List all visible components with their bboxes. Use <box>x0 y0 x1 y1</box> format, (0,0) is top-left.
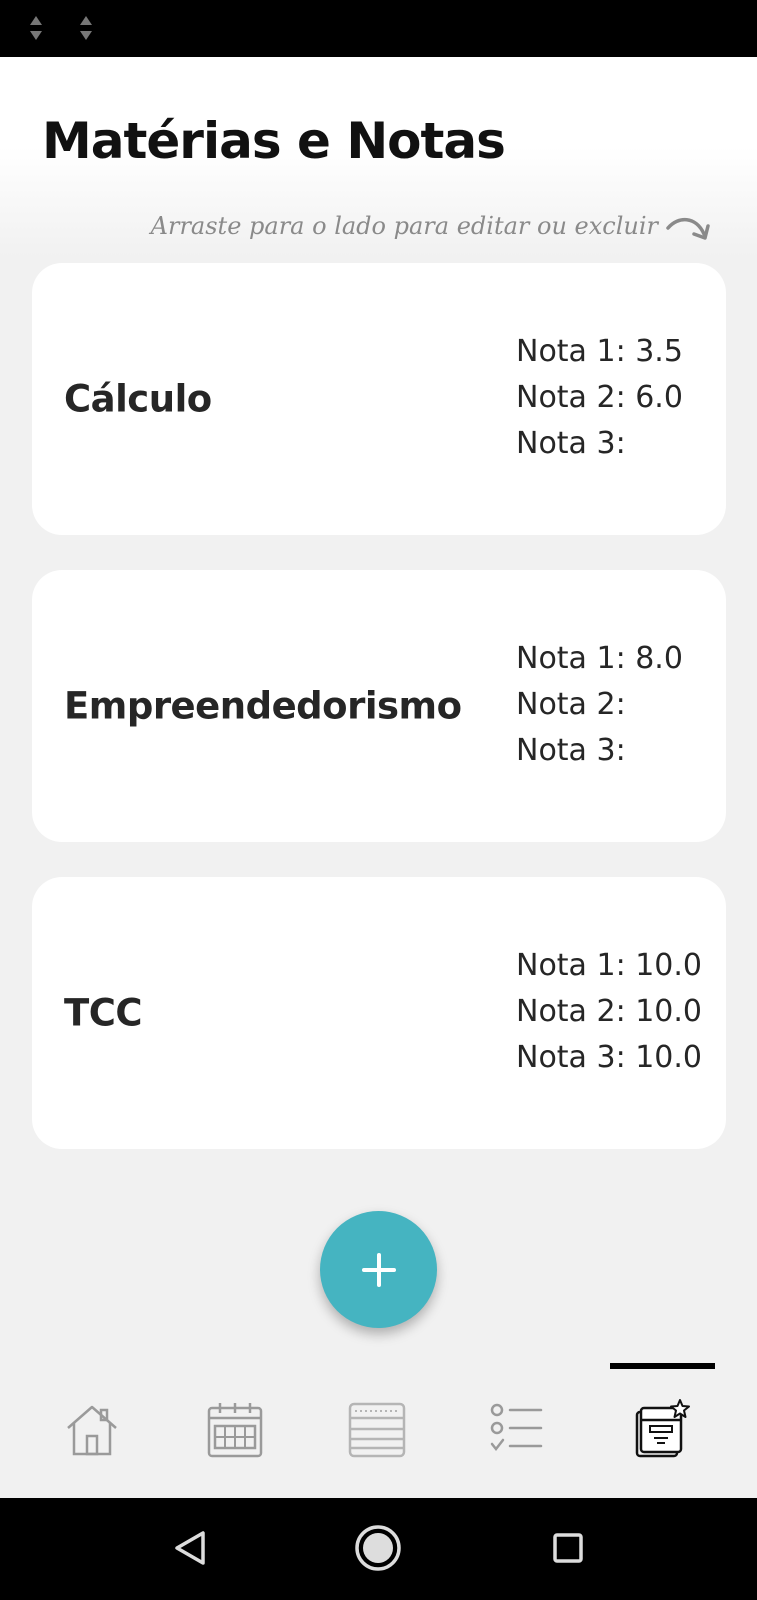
grade-1: Nota 1: 8.0 <box>516 641 683 676</box>
nav-home[interactable] <box>57 1395 127 1465</box>
calendar-icon <box>207 1403 263 1458</box>
grade-2: Nota 2: 10.0 <box>516 994 703 1029</box>
grade-2: Nota 2: 6.0 <box>516 380 683 415</box>
home-circle-icon <box>355 1525 401 1571</box>
status-bar <box>0 0 757 57</box>
plus-icon <box>361 1252 396 1287</box>
curved-arrow-icon <box>666 218 710 240</box>
nav-tasks[interactable] <box>482 1395 552 1465</box>
system-back-button[interactable] <box>160 1520 220 1576</box>
subject-grades: Nota 1: 3.5 Nota 2: 6.0 Nota 3: <box>516 329 683 467</box>
bottom-navigation <box>0 1350 757 1498</box>
nav-notebook[interactable] <box>342 1395 412 1465</box>
home-icon <box>67 1405 117 1456</box>
grade-1: Nota 1: 10.0 <box>516 948 703 983</box>
subject-name: TCC <box>64 991 143 1035</box>
system-home-button[interactable] <box>348 1520 408 1576</box>
add-subject-button[interactable] <box>320 1211 437 1328</box>
grades-book-icon <box>635 1399 690 1458</box>
system-recents-button[interactable] <box>538 1520 598 1576</box>
checklist-icon <box>490 1403 543 1452</box>
grade-3: Nota 3: 10.0 <box>516 1040 703 1075</box>
recents-icon <box>553 1533 583 1563</box>
data-arrows-icon <box>80 16 92 40</box>
notebook-icon <box>348 1402 406 1458</box>
system-navigation-bar <box>0 1498 757 1600</box>
grade-3: Nota 3: <box>516 733 626 768</box>
swipe-hint: Arraste para o lado para editar ou exclu… <box>100 210 720 250</box>
subject-card[interactable]: TCC Nota 1: 10.0 Nota 2: 10.0 Nota 3: 10… <box>32 877 726 1149</box>
grade-1: Nota 1: 3.5 <box>516 334 683 369</box>
signal-arrows-icon <box>30 16 42 40</box>
active-tab-indicator <box>610 1363 715 1369</box>
page-title: Matérias e Notas <box>42 112 506 170</box>
grade-2: Nota 2: <box>516 687 626 722</box>
subject-card[interactable]: Cálculo Nota 1: 3.5 Nota 2: 6.0 Nota 3: <box>32 263 726 535</box>
subject-grades: Nota 1: 8.0 Nota 2: Nota 3: <box>516 636 683 774</box>
subject-card[interactable]: Empreendedorismo Nota 1: 8.0 Nota 2: Not… <box>32 570 726 842</box>
swipe-hint-text: Arraste para o lado para editar ou exclu… <box>150 212 658 240</box>
nav-grades[interactable] <box>625 1395 695 1465</box>
subject-name: Empreendedorismo <box>64 684 462 728</box>
nav-calendar[interactable] <box>200 1395 270 1465</box>
back-icon <box>175 1531 205 1565</box>
subject-name: Cálculo <box>64 377 212 421</box>
grade-3: Nota 3: <box>516 426 626 461</box>
subject-grades: Nota 1: 10.0 Nota 2: 10.0 Nota 3: 10.0 <box>516 943 702 1081</box>
